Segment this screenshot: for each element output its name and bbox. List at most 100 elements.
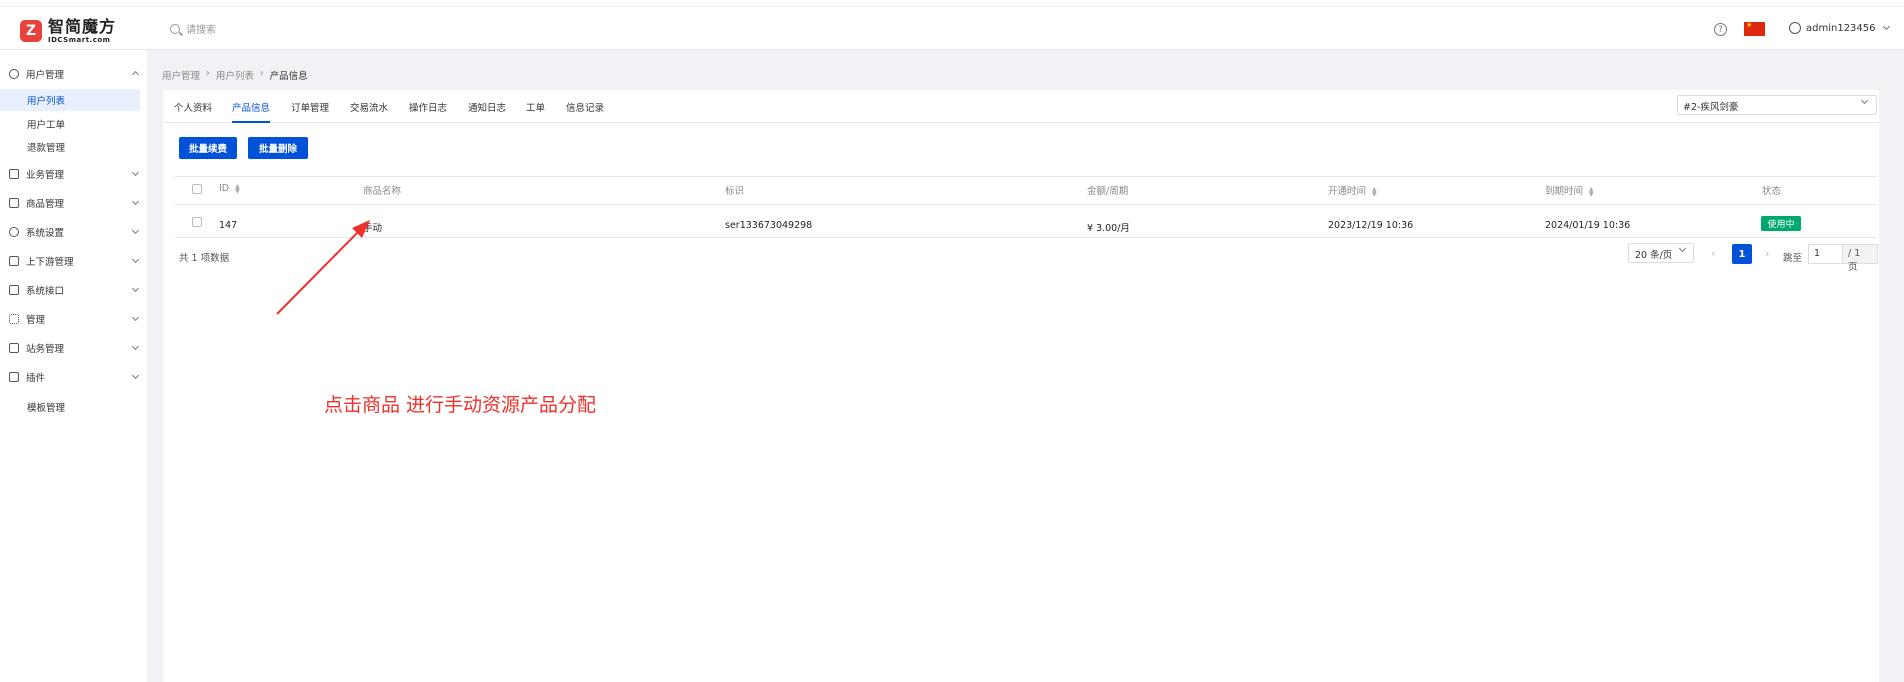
tab-operation-log[interactable]: 操作日志: [409, 100, 447, 123]
sidebar-item-settings[interactable]: 系统设置: [0, 220, 148, 244]
chevron-down-icon: [131, 371, 140, 380]
sidebar-item-label: 管理: [26, 315, 46, 326]
sidebar-item-business[interactable]: 业务管理: [0, 162, 148, 186]
tab-bar: 个人资料 产品信息 订单管理 交易流水 操作日志 通知日志 工单 信息记录 #2…: [163, 90, 1879, 123]
row-tag: ser133673049298: [725, 220, 813, 231]
total-count: 共 1 项数据: [179, 253, 230, 264]
logo-name: 智简魔方: [48, 16, 117, 36]
top-bar: Z 智简魔方 IDCSmart.com 请搜索 ? admin123456: [0, 6, 1904, 50]
prev-page-icon[interactable]: ‹: [1711, 247, 1715, 260]
tab-orders[interactable]: 订单管理: [291, 100, 329, 123]
sidebar-item-upstream[interactable]: 上下游管理: [0, 249, 148, 273]
sidebar-item-label: 站务管理: [26, 344, 65, 355]
col-product-name: 商品名称: [363, 186, 402, 197]
search-box[interactable]: 请搜索: [170, 21, 216, 36]
breadcrumb-item[interactable]: 用户管理: [162, 68, 200, 82]
sidebar-item-products[interactable]: 商品管理: [0, 191, 148, 215]
help-icon[interactable]: ?: [1714, 23, 1727, 36]
sidebar-item-label: 商品管理: [26, 199, 65, 210]
row-product-name-link[interactable]: 手动: [363, 220, 382, 234]
sidebar-item-site[interactable]: 站务管理: [0, 336, 148, 360]
sidebar-sub-refunds[interactable]: 退款管理: [0, 136, 140, 158]
col-status: 状态: [1762, 186, 1782, 197]
sidebar-item-label: 系统接口: [26, 286, 65, 297]
tab-products[interactable]: 产品信息: [232, 100, 271, 123]
sidebar-item-plugins[interactable]: 插件: [0, 365, 148, 389]
batch-renew-button[interactable]: 批量续费: [179, 137, 237, 159]
select-all-checkbox[interactable]: [192, 184, 202, 194]
table-bottom-divider: [175, 237, 1877, 238]
total-pages: / 1 页: [1842, 244, 1878, 273]
col-id[interactable]: ID ▲ ▼: [219, 183, 240, 194]
table-top-divider: [175, 176, 1877, 177]
col-tag: 标识: [725, 186, 745, 197]
sidebar-sub-user-list[interactable]: 用户列表: [0, 89, 140, 111]
row-id: 147: [219, 220, 238, 231]
gear-icon: [9, 227, 19, 237]
sidebar-item-label: 系统设置: [26, 228, 65, 239]
chevron-down-icon: [1860, 96, 1869, 105]
sidebar-item-interface[interactable]: 系统接口: [0, 278, 148, 302]
batch-delete-button[interactable]: 批量删除: [248, 137, 308, 159]
chevron-down-icon: [1882, 22, 1890, 31]
annotation-text: 点击商品 进行手动资源产品分配: [324, 394, 597, 416]
chevron-down-icon: [1678, 244, 1687, 253]
logo-domain: IDCSmart.com: [48, 35, 111, 44]
chevron-down-icon: [131, 197, 140, 206]
list-icon: [9, 169, 19, 179]
breadcrumb-item[interactable]: 用户列表: [216, 68, 254, 82]
product-select-value: #2-疾风剑豪: [1683, 102, 1739, 113]
sidebar-item-manage[interactable]: 管理: [0, 307, 148, 331]
col-expire-time-label: 到期时间: [1545, 186, 1584, 197]
chevron-down-icon: [131, 226, 140, 235]
status-badge: 使用中: [1761, 216, 1801, 231]
row-amount: ¥ 3.00/月: [1087, 223, 1130, 234]
search-input[interactable]: 请搜索: [186, 21, 216, 36]
breadcrumb-current: 产品信息: [269, 71, 308, 82]
sun-icon: [9, 314, 19, 324]
tab-profile[interactable]: 个人资料: [174, 100, 212, 123]
logo[interactable]: Z 智简魔方 IDCSmart.com: [20, 16, 140, 46]
page-size-value: 20 条/页: [1635, 250, 1673, 261]
filter-icon: [9, 256, 19, 266]
row-open-time: 2023/12/19 10:36: [1328, 220, 1414, 231]
col-expire-time[interactable]: 到期时间 ▲ ▼: [1545, 183, 1594, 197]
chevron-down-icon: [131, 168, 140, 177]
sort-icon[interactable]: ▲ ▼: [1589, 186, 1594, 197]
page-1-button[interactable]: 1: [1732, 244, 1752, 264]
logo-mark-icon: Z: [20, 20, 42, 42]
sort-icon[interactable]: ▲ ▼: [1372, 186, 1377, 197]
product-select[interactable]: #2-疾风剑豪: [1677, 95, 1877, 115]
next-page-icon[interactable]: ›: [1765, 247, 1769, 260]
tab-tickets[interactable]: 工单: [526, 100, 545, 123]
search-icon: [170, 23, 180, 34]
sidebar-item-user-management[interactable]: 用户管理: [0, 62, 148, 86]
sidebar-item-label: 插件: [26, 373, 46, 384]
sidebar-item-label: 上下游管理: [26, 257, 74, 268]
tab-transactions[interactable]: 交易流水: [350, 100, 388, 123]
sort-icon[interactable]: ▲ ▼: [235, 183, 240, 194]
china-flag-icon[interactable]: [1744, 21, 1765, 36]
chevron-down-icon: [131, 342, 140, 351]
sidebar-sub-user-tickets[interactable]: 用户工单: [0, 113, 140, 135]
row-checkbox[interactable]: [192, 217, 202, 227]
chevron-down-icon: [131, 255, 140, 264]
chevron-up-icon: [131, 70, 140, 79]
row-expire-time: 2024/01/19 10:36: [1545, 220, 1631, 231]
table-header-divider: [175, 204, 1877, 205]
jump-label: 跳至: [1783, 253, 1803, 264]
breadcrumb: 用户管理 › 用户列表 › 产品信息: [162, 68, 308, 82]
col-id-label: ID: [219, 183, 230, 194]
sidebar-sub-templates[interactable]: 模板管理: [0, 396, 140, 418]
cart-icon: [9, 198, 19, 208]
jump-page-input[interactable]: 1: [1808, 244, 1842, 264]
col-open-time[interactable]: 开通时间 ▲ ▼: [1328, 183, 1377, 197]
note-icon: [9, 343, 19, 353]
content-panel: 个人资料 产品信息 订单管理 交易流水 操作日志 通知日志 工单 信息记录 #2…: [163, 90, 1879, 682]
tab-records[interactable]: 信息记录: [566, 100, 604, 123]
sidebar-item-label: 用户管理: [26, 70, 65, 81]
tab-notify-log[interactable]: 通知日志: [468, 100, 506, 123]
sidebar: 用户管理 用户列表 用户工单 退款管理 业务管理 商品管理 系统设置 上下游管理…: [0, 50, 148, 682]
page-size-select[interactable]: 20 条/页: [1628, 243, 1694, 263]
user-menu[interactable]: admin123456: [1789, 22, 1890, 34]
